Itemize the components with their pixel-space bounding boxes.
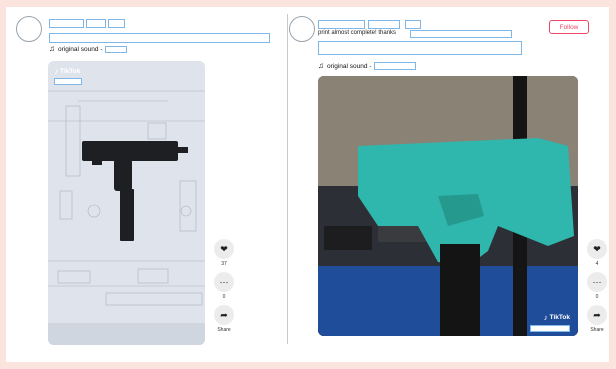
caption-tag-redacted <box>410 30 512 38</box>
nickname-redacted <box>86 19 106 28</box>
heart-icon: ❤ <box>593 243 601 254</box>
tiktok-label: TikTok <box>60 68 81 75</box>
sound-name-redacted <box>105 45 128 53</box>
sound-label: original sound - <box>327 62 372 70</box>
tiktok-watermark: ♪ TikTok <box>54 67 80 76</box>
action-bar: ❤ 37 ⋯ 0 ➦ Share <box>214 239 234 338</box>
post-caption: print almost complete! thanks <box>318 30 396 36</box>
like-count: 37 <box>221 261 227 267</box>
sound-label: original sound - <box>58 45 103 53</box>
tiktok-logo-icon: ♪ <box>543 313 548 322</box>
comment-count: 0 <box>595 294 599 300</box>
comment-icon: ⋯ <box>592 276 602 287</box>
avatar[interactable] <box>16 16 42 42</box>
watermark-handle-redacted <box>54 78 82 85</box>
comment-count: 0 <box>222 294 226 300</box>
share-button[interactable]: ➦ <box>214 305 234 325</box>
share-label: Share <box>217 327 231 333</box>
comment-button[interactable]: ⋯ <box>587 272 607 292</box>
column-divider <box>287 14 288 344</box>
watermark-handle-redacted <box>530 325 570 332</box>
sound-link[interactable]: ♫ original sound - <box>49 44 128 53</box>
share-icon: ➦ <box>593 309 601 320</box>
nickname-redacted <box>368 20 400 29</box>
sound-link[interactable]: ♫ original sound - <box>318 61 417 70</box>
date-redacted <box>108 19 125 28</box>
comment-button[interactable]: ⋯ <box>214 272 234 292</box>
sound-name-redacted <box>374 62 417 70</box>
caption-text: print almost complete! thanks <box>318 30 397 36</box>
video-frame-blueprint <box>48 61 205 345</box>
avatar[interactable] <box>289 16 315 42</box>
music-note-icon: ♫ <box>49 44 55 53</box>
video-player[interactable]: ♪ TikTok <box>48 61 205 345</box>
share-button[interactable]: ➦ <box>587 305 607 325</box>
music-note-icon: ♫ <box>318 61 324 70</box>
video-player[interactable]: ♪ TikTok <box>318 76 578 336</box>
username-redacted[interactable] <box>318 20 365 29</box>
follow-label: Follow <box>559 23 579 31</box>
tiktok-label: TikTok <box>549 314 570 321</box>
like-button[interactable]: ❤ <box>214 239 234 259</box>
like-button[interactable]: ❤ <box>587 239 607 259</box>
share-label: Share <box>590 327 604 333</box>
action-bar: ❤ 4 ⋯ 0 ➦ Share <box>587 239 607 338</box>
date-redacted <box>405 20 421 29</box>
follow-button[interactable]: Follow <box>549 20 589 34</box>
video-frame-printer <box>318 76 578 336</box>
share-icon: ➦ <box>220 309 228 320</box>
comment-icon: ⋯ <box>219 276 229 287</box>
like-count: 4 <box>595 261 599 267</box>
username-redacted[interactable] <box>49 19 84 28</box>
tiktok-watermark: ♪ TikTok <box>544 313 570 322</box>
caption-redacted <box>49 33 270 43</box>
tiktok-logo-icon: ♪ <box>54 67 58 76</box>
hashtags-redacted <box>318 41 522 55</box>
heart-icon: ❤ <box>220 243 228 254</box>
